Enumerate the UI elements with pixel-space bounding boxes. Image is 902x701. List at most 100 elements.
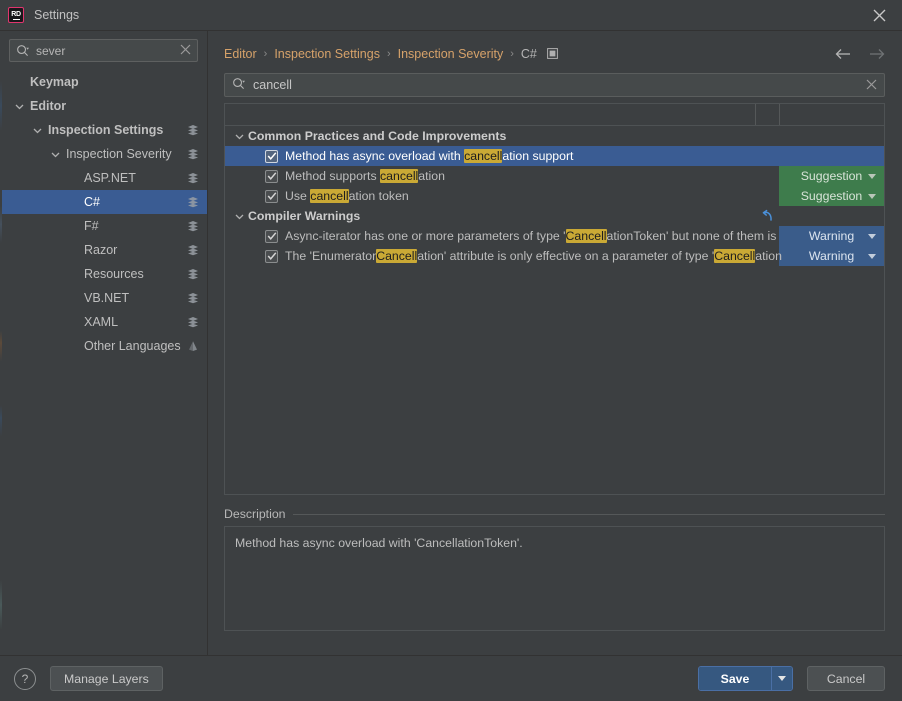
layers-icon — [185, 124, 201, 136]
inspection-checkbox[interactable] — [265, 229, 278, 243]
window-title: Settings — [34, 8, 80, 22]
table-column-severity[interactable] — [779, 104, 884, 125]
inspection-label-text: Async-iterator has one or more parameter… — [285, 229, 566, 243]
search-match-highlight: cancell — [310, 189, 349, 203]
table-row[interactable]: Use cancellation token — [225, 186, 884, 206]
layers-icon — [185, 148, 201, 160]
description-label: Description — [224, 507, 286, 521]
search-icon — [16, 44, 29, 57]
sidebar-item-xaml[interactable]: XAML — [0, 310, 207, 334]
arrow-right-icon[interactable] — [868, 48, 885, 60]
save-dropdown-button[interactable] — [771, 667, 792, 690]
search-match-highlight: cancell — [464, 149, 503, 163]
breadcrumb-separator: › — [386, 47, 391, 60]
chevron-down-icon[interactable] — [12, 102, 26, 111]
breadcrumb-item-0[interactable]: Editor — [224, 47, 257, 61]
inspection-label-text: ationToken' but none of them is — [606, 229, 777, 243]
close-icon[interactable] — [856, 0, 902, 30]
table-row[interactable]: Method has async overload with cancellat… — [225, 146, 884, 166]
sidebar-item-label: C# — [84, 195, 100, 209]
layers-icon — [185, 244, 201, 256]
chevron-down-icon — [778, 676, 786, 681]
chevron-down-icon[interactable] — [30, 126, 44, 135]
sidebar-item-c[interactable]: C# — [0, 190, 207, 214]
breadcrumb-separator: › — [263, 47, 268, 60]
cancel-button[interactable]: Cancel — [807, 666, 885, 691]
dialog-body: sever Keymap Editor Inspection Settings Ins… — [0, 31, 902, 655]
settings-sidebar: sever Keymap Editor Inspection Settings Ins… — [0, 31, 208, 655]
sidebar-item-other-languages[interactable]: Other Languages — [0, 334, 207, 358]
sidebar-item-f[interactable]: F# — [0, 214, 207, 238]
sidebar-item-label: Keymap — [30, 75, 79, 89]
sidebar-item-inspection-severity[interactable]: Inspection Severity — [0, 142, 207, 166]
sidebar-item-label: Inspection Severity — [66, 147, 172, 161]
settings-content: Editor › Inspection Settings › Inspectio… — [208, 31, 902, 655]
chevron-down-icon[interactable] — [48, 150, 62, 159]
inspection-label-text: ation support — [502, 149, 574, 163]
sidebar-item-label: Editor — [30, 99, 67, 113]
sidebar-item-resources[interactable]: Resources — [0, 262, 207, 286]
table-column-inspection[interactable] — [225, 104, 755, 125]
sidebar-item-label: Other Languages — [84, 339, 181, 353]
breadcrumb: Editor › Inspection Settings › Inspectio… — [216, 39, 885, 68]
clear-icon[interactable] — [180, 44, 191, 57]
manage-layers-button[interactable]: Manage Layers — [50, 666, 163, 691]
description-divider — [292, 513, 885, 515]
inspection-checkbox[interactable] — [265, 249, 278, 263]
inspection-label-text: Method supports — [285, 169, 381, 183]
breadcrumb-item-1[interactable]: Inspection Settings — [274, 47, 380, 61]
table-row[interactable]: The 'EnumeratorCancellation' attribute i… — [225, 246, 884, 266]
chevron-down-icon[interactable] — [231, 132, 248, 141]
table-body: Common Practices and Code Improvements Su… — [225, 126, 884, 494]
search-match-highlight: Cancell — [376, 249, 418, 263]
inspection-filter-container: cancell — [216, 68, 885, 103]
settings-tree: Keymap Editor Inspection Settings Inspectio… — [0, 68, 207, 655]
settings-search-input[interactable]: sever — [9, 39, 198, 62]
breadcrumb-item-3: C# — [520, 46, 537, 61]
inspection-label-text: ation — [418, 169, 445, 183]
sidebar-item-editor[interactable]: Editor — [0, 94, 207, 118]
inspection-label-text: ation' attribute is only effective on a … — [417, 249, 715, 263]
inspection-checkbox[interactable] — [265, 169, 278, 183]
search-match-highlight: Cancell — [714, 249, 756, 263]
layers-icon — [185, 316, 201, 328]
table-group-header[interactable]: Common Practices and Code Improvements — [225, 126, 884, 146]
breadcrumb-item-2[interactable]: Inspection Severity — [398, 47, 504, 61]
table-column-reset[interactable] — [755, 104, 779, 125]
inspection-label: Use cancellation token — [285, 189, 884, 203]
sidebar-item-label: ASP.NET — [84, 171, 136, 185]
sidebar-item-razor[interactable]: Razor — [0, 238, 207, 262]
sidebar-item-vb-net[interactable]: VB.NET — [0, 286, 207, 310]
table-row[interactable]: Async-iterator has one or more parameter… — [225, 226, 884, 246]
panel-icon[interactable] — [546, 48, 558, 59]
layers-icon — [185, 172, 201, 184]
sidebar-item-asp-net[interactable]: ASP.NET — [0, 166, 207, 190]
layers-icon — [185, 292, 201, 304]
save-button[interactable]: Save — [699, 667, 771, 690]
chevron-down-icon[interactable] — [231, 212, 248, 221]
inspection-label-text: The 'Enumerator — [285, 249, 377, 263]
inspection-label: Method supports cancellation — [285, 169, 884, 183]
layers-icon — [185, 196, 201, 208]
inspection-search-value: cancell — [253, 78, 292, 92]
search-icon — [232, 77, 245, 93]
table-group-header[interactable]: Compiler Warnings — [225, 206, 884, 226]
layers-icon — [185, 220, 201, 232]
reset-undo-icon[interactable] — [760, 209, 774, 223]
clear-icon[interactable] — [866, 79, 877, 92]
inspection-search-input[interactable]: cancell — [224, 73, 885, 97]
inspection-label-text: Method has async overload with — [285, 149, 465, 163]
inspection-checkbox[interactable] — [265, 149, 278, 163]
sidebar-item-keymap[interactable]: Keymap — [0, 70, 207, 94]
table-row[interactable]: Method supports cancellation — [225, 166, 884, 186]
rider-logo-icon: RD — [8, 7, 24, 23]
inspection-label: Method has async overload with cancellat… — [285, 149, 884, 163]
help-button[interactable]: ? — [14, 667, 36, 690]
dialog-footer: ? Manage Layers Save Cancel — [0, 655, 902, 701]
inspection-checkbox[interactable] — [265, 189, 278, 203]
sidebar-item-label: Resources — [84, 267, 144, 281]
description-text: Method has async overload with 'Cancella… — [224, 526, 885, 631]
sidebar-item-inspection-settings[interactable]: Inspection Settings — [0, 118, 207, 142]
save-button-group: Save — [698, 666, 793, 691]
arrow-left-icon[interactable] — [835, 48, 852, 60]
